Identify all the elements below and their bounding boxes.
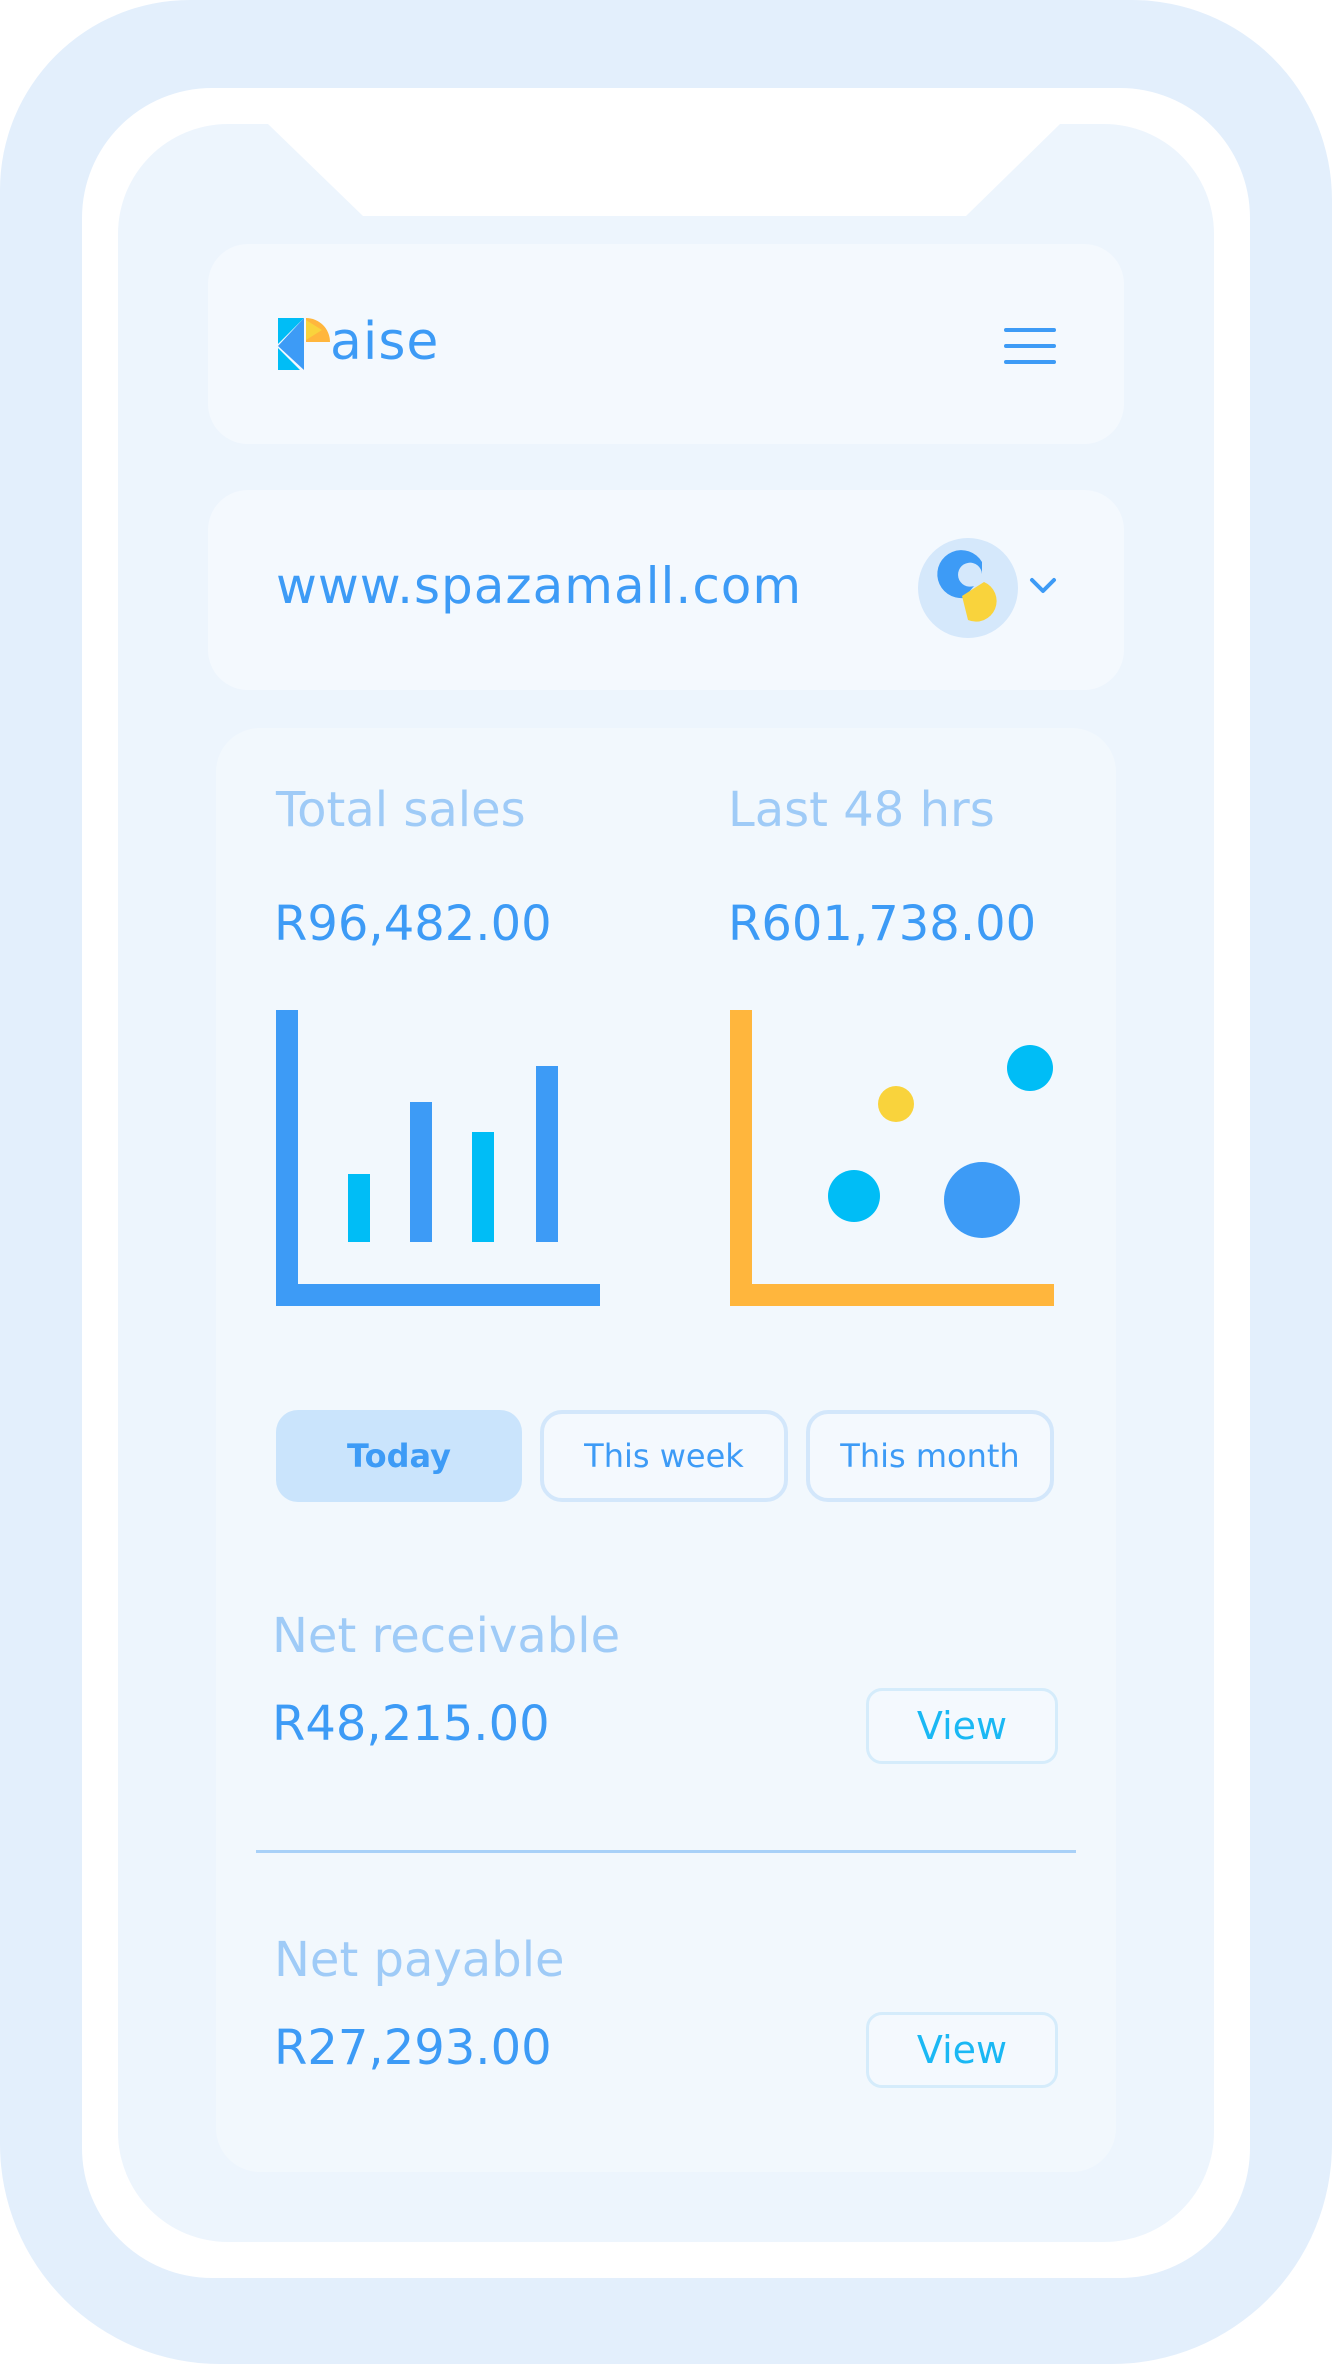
total-sales-value: R96,482.00: [274, 896, 552, 952]
hamburger-menu-icon[interactable]: [1004, 328, 1056, 364]
store-logo-icon: [937, 550, 997, 622]
chevron-down-icon[interactable]: [1026, 574, 1060, 598]
net-receivable-label: Net receivable: [272, 1608, 621, 1664]
section-divider: [256, 1850, 1076, 1853]
bubble-chart-icon: [730, 1010, 1054, 1306]
last-48-hrs-value: R601,738.00: [728, 896, 1037, 952]
tab-today[interactable]: Today: [276, 1410, 522, 1502]
last-48-hrs-label: Last 48 hrs: [728, 782, 995, 838]
net-payable-label: Net payable: [274, 1932, 565, 1988]
tab-this-week[interactable]: This week: [540, 1410, 788, 1502]
bar-chart-icon: [276, 1010, 600, 1306]
store-avatar[interactable]: [918, 538, 1018, 638]
notch: [118, 124, 1214, 216]
brand-name: aise: [330, 312, 440, 372]
site-url: www.spazamall.com: [276, 557, 803, 615]
net-receivable-value: R48,215.00: [272, 1696, 550, 1752]
view-net-payable-button[interactable]: View: [866, 2012, 1058, 2088]
tab-this-month[interactable]: This month: [806, 1410, 1054, 1502]
total-sales-label: Total sales: [276, 782, 526, 838]
net-payable-value: R27,293.00: [274, 2020, 552, 2076]
view-net-receivable-button[interactable]: View: [866, 1688, 1058, 1764]
